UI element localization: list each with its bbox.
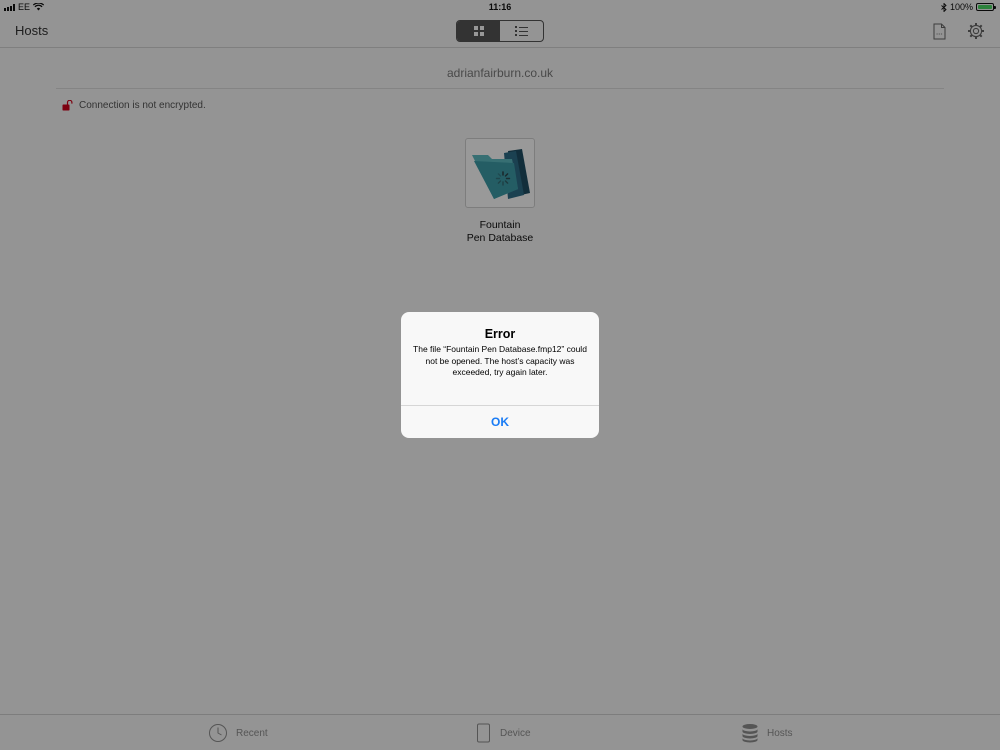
alert-title: Error bbox=[484, 327, 516, 341]
error-alert-dialog: Error The file “Fountain Pen Database.fm… bbox=[401, 312, 599, 438]
ok-button[interactable]: OK bbox=[401, 406, 599, 438]
app-screen: EE 11:16 100% Hosts adrianfairburn.co.uk… bbox=[0, 0, 1000, 750]
alert-message: The file “Fountain Pen Database.fmp12” c… bbox=[413, 344, 587, 377]
